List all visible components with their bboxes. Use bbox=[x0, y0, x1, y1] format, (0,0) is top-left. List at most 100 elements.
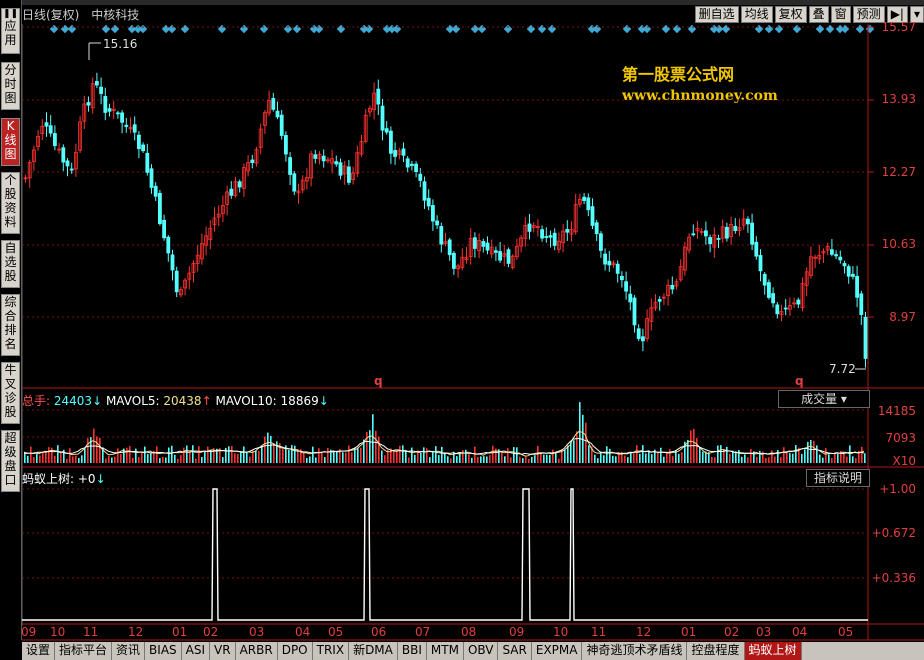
volume-bar bbox=[594, 454, 596, 463]
x-axis-month-label: 09 bbox=[21, 625, 37, 639]
tab-0[interactable]: 设置 bbox=[22, 642, 56, 660]
volume-bar bbox=[327, 447, 329, 463]
tab-17[interactable]: 蚂蚁上树 bbox=[744, 642, 802, 660]
volume-bar bbox=[642, 445, 644, 463]
volume-bar bbox=[237, 453, 239, 463]
volume-bar bbox=[465, 449, 467, 463]
volume-bar bbox=[210, 450, 212, 463]
volume-bar bbox=[315, 457, 317, 463]
volume-bar bbox=[510, 457, 512, 463]
tab-2[interactable]: 资讯 bbox=[112, 642, 146, 660]
volume-bar bbox=[39, 455, 41, 463]
indicator-value: +0 bbox=[77, 472, 96, 486]
candle-body bbox=[594, 222, 599, 235]
candle-body bbox=[250, 159, 255, 164]
candle-body bbox=[61, 147, 66, 163]
volume-bar bbox=[381, 450, 383, 463]
volume-bar bbox=[825, 448, 827, 463]
candle-body bbox=[607, 260, 612, 266]
volume-bar bbox=[246, 452, 248, 463]
candle-body bbox=[141, 144, 146, 152]
volume-bar bbox=[810, 439, 812, 463]
volume-bar bbox=[192, 445, 194, 463]
x-axis-month-label: 02 bbox=[724, 625, 740, 639]
volume-bar bbox=[408, 457, 410, 463]
volume-bar bbox=[501, 452, 503, 463]
price-tick-label: 13.93 bbox=[881, 92, 916, 106]
price-tick-label: 15.57 bbox=[881, 20, 916, 34]
volume-bar bbox=[771, 450, 773, 463]
volume-bar bbox=[405, 449, 407, 463]
candle-body bbox=[746, 218, 750, 225]
volume-bar bbox=[576, 431, 578, 463]
volume-bar bbox=[180, 455, 182, 463]
tab-3[interactable]: BIAS bbox=[145, 642, 182, 660]
volume-bar bbox=[474, 446, 476, 463]
volume-bar bbox=[183, 447, 185, 463]
volume-bar bbox=[348, 445, 350, 463]
volume-bar bbox=[711, 456, 713, 463]
volume-bar bbox=[837, 453, 839, 463]
volume-bars bbox=[23, 402, 866, 463]
tab-14[interactable]: EXPMA bbox=[532, 642, 583, 660]
volume-bar bbox=[606, 446, 608, 463]
tab-15[interactable]: 神奇逃顶术矛盾线 bbox=[582, 642, 688, 660]
indicator-help-button[interactable]: 指标说明 bbox=[806, 469, 870, 487]
volume-bar bbox=[84, 447, 86, 463]
candle-body bbox=[376, 88, 381, 105]
volume-bar bbox=[678, 453, 680, 463]
x-axis-month-label: 12 bbox=[128, 625, 144, 639]
candle-body bbox=[292, 173, 297, 192]
tab-10[interactable]: BBI bbox=[398, 642, 427, 660]
kline-chart[interactable] bbox=[0, 0, 924, 642]
tab-13[interactable]: SAR bbox=[498, 642, 532, 660]
tab-4[interactable]: ASI bbox=[182, 642, 211, 660]
volume-bar bbox=[429, 457, 431, 463]
candle-body bbox=[657, 299, 662, 302]
volume-bar bbox=[504, 456, 506, 463]
volume-bar bbox=[87, 438, 89, 463]
volume-bar bbox=[477, 456, 479, 463]
candle-body bbox=[170, 254, 175, 271]
candle-body bbox=[153, 185, 158, 197]
volume-bar bbox=[393, 450, 395, 463]
volume-bar bbox=[672, 456, 674, 463]
tab-7[interactable]: DPO bbox=[278, 642, 313, 660]
candle-body bbox=[754, 241, 759, 257]
volume-bar bbox=[492, 445, 494, 463]
candle-body bbox=[69, 168, 74, 171]
volume-bar bbox=[768, 457, 770, 463]
ma10-line bbox=[23, 438, 865, 455]
volume-bar bbox=[117, 448, 119, 463]
tab-11[interactable]: MTM bbox=[427, 642, 464, 660]
tab-5[interactable]: VR bbox=[210, 642, 236, 660]
tab-12[interactable]: OBV bbox=[464, 642, 499, 660]
candle-body bbox=[851, 273, 855, 277]
volume-bar bbox=[468, 454, 470, 463]
volume-bar bbox=[663, 456, 665, 463]
volume-bar bbox=[432, 450, 434, 463]
candle-body bbox=[506, 249, 511, 264]
volume-bar bbox=[588, 445, 590, 463]
tab-1[interactable]: 指标平台 bbox=[55, 642, 113, 660]
tab-8[interactable]: TRIX bbox=[313, 642, 350, 660]
candle-body bbox=[116, 112, 120, 115]
volume-bar bbox=[738, 449, 740, 463]
volume-bar bbox=[522, 458, 524, 463]
tab-9[interactable]: 新DMA bbox=[349, 642, 398, 660]
volume-bar bbox=[261, 445, 263, 463]
volume-bar bbox=[57, 445, 59, 463]
x-axis-month-label: 08 bbox=[461, 625, 477, 639]
volume-bar bbox=[264, 436, 266, 463]
volume-bar bbox=[540, 452, 542, 463]
volume-bar bbox=[573, 440, 575, 463]
tab-16[interactable]: 控盘程度 bbox=[687, 642, 745, 660]
volume-bar bbox=[258, 450, 260, 463]
volume-bar bbox=[852, 456, 854, 463]
volume-bar bbox=[543, 454, 545, 463]
tab-6[interactable]: ARBR bbox=[236, 642, 278, 660]
volume-bar bbox=[657, 451, 659, 463]
volume-bar bbox=[414, 454, 416, 463]
volume-indicator-select[interactable]: 成交量 ▾ bbox=[778, 390, 870, 408]
high-price-marker: 15.16 bbox=[103, 37, 138, 51]
